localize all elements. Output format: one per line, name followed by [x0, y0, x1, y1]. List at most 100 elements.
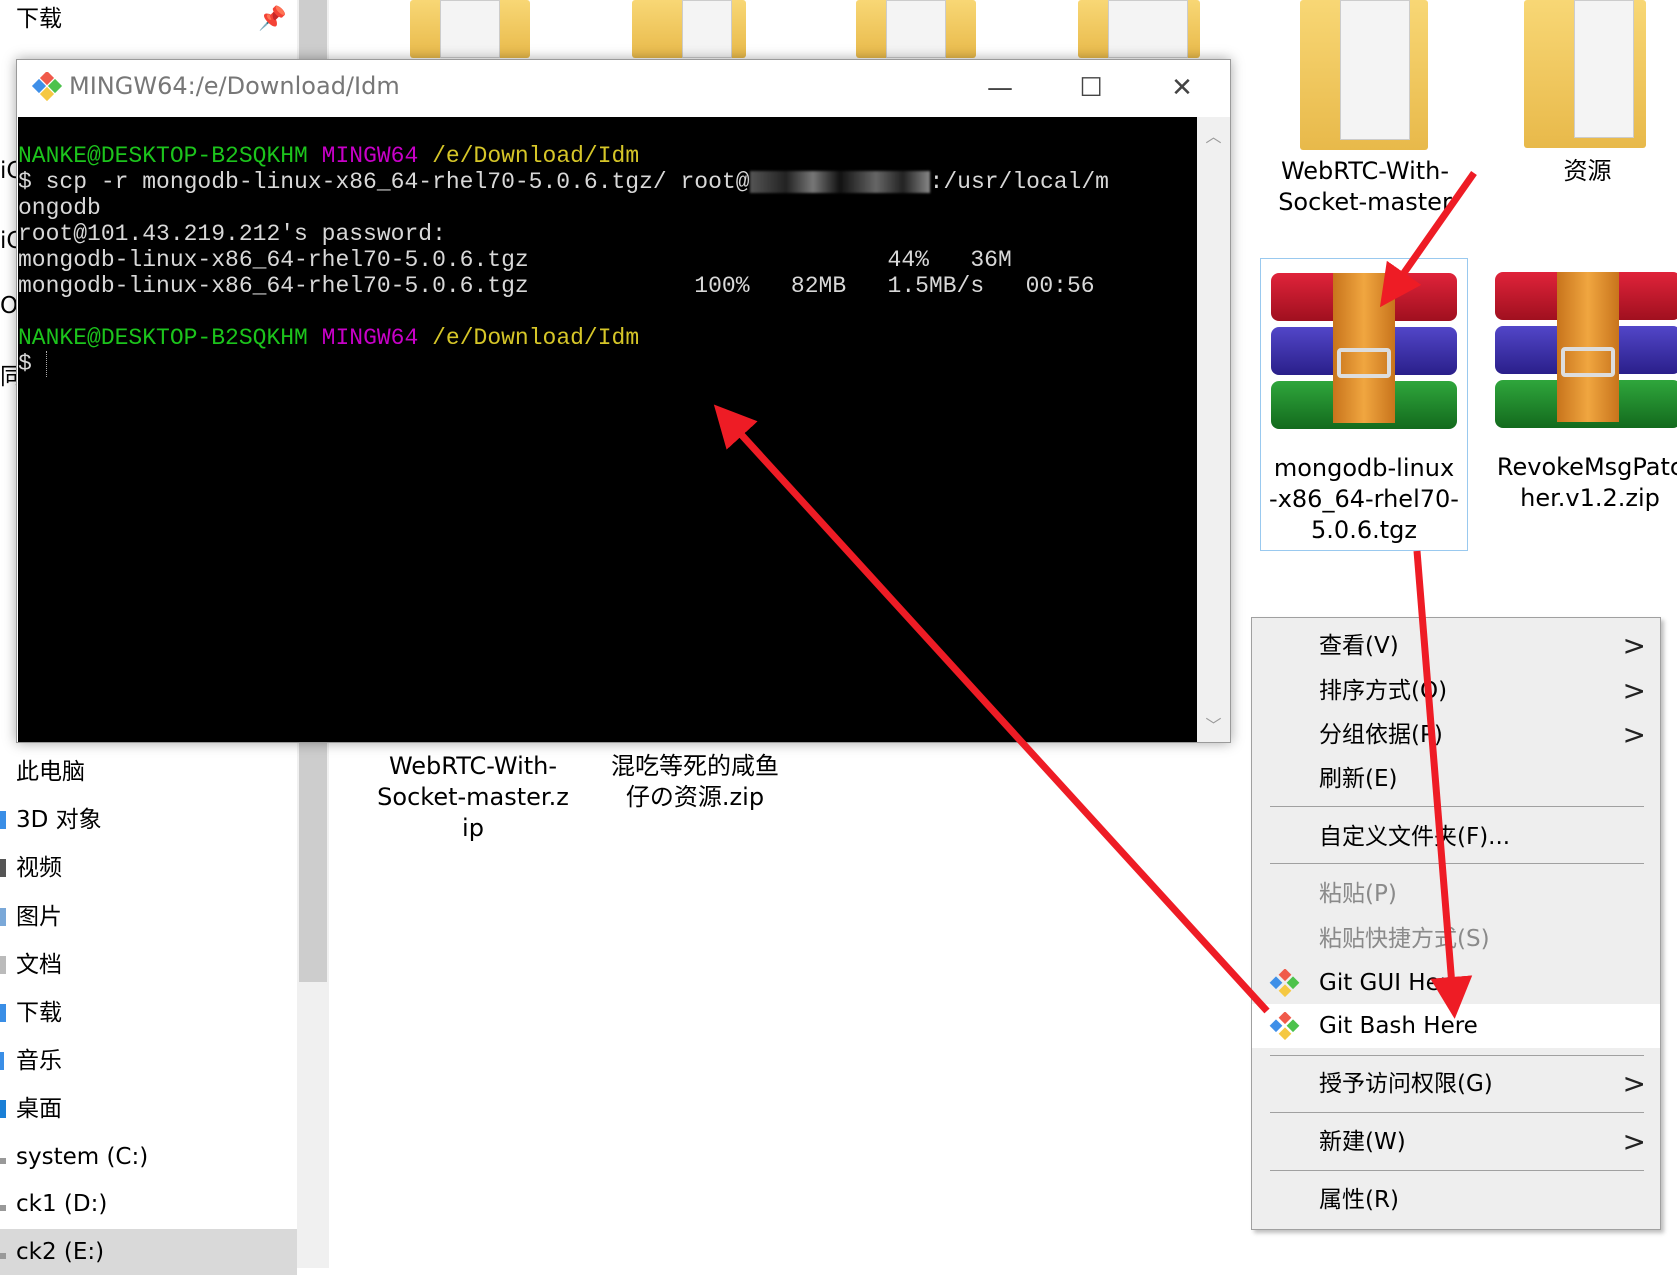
sidebar-item-label: 图片	[16, 904, 62, 930]
3d-icon	[0, 811, 6, 829]
music-icon	[0, 1052, 4, 1070]
sidebar-item-label: 视频	[16, 855, 62, 881]
sidebar-item-desktop[interactable]: 桌面	[0, 1086, 297, 1132]
sidebar-item-documents[interactable]: 文档	[0, 942, 297, 988]
file-fish-zip[interactable]: 混吃等死的咸鱼 仔の资源.zip	[595, 751, 795, 813]
command-text: :/usr/local/m	[929, 169, 1109, 195]
winrar-archive-icon	[1271, 273, 1457, 433]
menu-item-sort[interactable]: 排序方式(O) >	[1252, 669, 1660, 713]
sidebar-item-drive-e[interactable]: ck2 (E:)	[0, 1229, 297, 1275]
command-line: $ scp -r mongodb-linux-x86_64-rhel70-5.0…	[18, 169, 1197, 195]
sidebar-item-downloads[interactable]: 下载	[0, 990, 297, 1036]
folder-icon[interactable]	[1524, 0, 1646, 148]
sidebar-item-3d[interactable]: 3D 对象	[0, 797, 297, 843]
menu-item-refresh[interactable]: 刷新(E)	[1252, 757, 1660, 801]
label-line: -x86_64-rhel70-	[1269, 485, 1459, 513]
prompt-symbol: $	[18, 351, 46, 377]
menu-label: 粘贴快捷方式(S)	[1319, 926, 1490, 952]
menu-label: 粘贴(P)	[1319, 881, 1397, 907]
terminal-output[interactable]: NANKE@DESKTOP-B2SQKHM MINGW64 /e/Downloa…	[18, 117, 1197, 742]
menu-item-group[interactable]: 分组依据(P) >	[1252, 713, 1660, 757]
title-bar[interactable]: MINGW64:/e/Download/Idm — ☐ ✕	[17, 60, 1230, 117]
menu-item-paste[interactable]: 粘贴(P)	[1252, 872, 1660, 916]
menu-item-git-bash[interactable]: Git Bash Here	[1252, 1004, 1660, 1048]
winrar-archive-icon	[1495, 272, 1677, 432]
file-webrtc-zip[interactable]: WebRTC-With- Socket-master.z ip	[373, 751, 573, 844]
minimize-button[interactable]: —	[970, 68, 1030, 108]
sidebar-item-music[interactable]: 音乐	[0, 1038, 297, 1084]
sidebar-item-label: system (C:)	[16, 1144, 149, 1170]
folder-icon[interactable]	[856, 0, 976, 58]
label-line: her.v1.2.zip	[1520, 484, 1660, 512]
menu-item-customize[interactable]: 自定义文件夹(F)...	[1252, 815, 1660, 859]
menu-separator	[1270, 1170, 1644, 1171]
menu-label: 排序方式(O)	[1319, 678, 1448, 704]
cwd: /e/Download/Idm	[432, 325, 640, 351]
video-icon	[0, 859, 6, 877]
sidebar-item-label: 下载	[16, 6, 62, 32]
cwd: /e/Download/Idm	[432, 143, 640, 169]
password-prompt: root@101.43.219.212's password:	[18, 221, 446, 247]
desktop-icon	[0, 1100, 6, 1118]
sidebar-item-drive-c[interactable]: system (C:)	[0, 1134, 297, 1180]
menu-label: 新建(W)	[1319, 1129, 1406, 1155]
label-line: 5.0.6.tgz	[1311, 516, 1417, 544]
folder-icon[interactable]	[632, 0, 746, 58]
chevron-right-icon: >	[1622, 629, 1646, 662]
sidebar-item-this-pc[interactable]: 此电脑	[0, 749, 297, 795]
scroll-up-icon[interactable]: ︿	[1197, 123, 1230, 147]
cursor	[45, 351, 61, 377]
label-line: 仔の资源.zip	[625, 783, 765, 811]
sidebar-item-label: 文档	[16, 952, 62, 978]
sidebar-item-label: 桌面	[16, 1096, 62, 1122]
input-line[interactable]: $	[18, 351, 1197, 377]
sidebar-item-pictures[interactable]: 图片	[0, 894, 297, 940]
drive-icon	[0, 1253, 6, 1259]
folder-icon[interactable]	[1078, 0, 1200, 58]
menu-label: 属性(R)	[1319, 1187, 1399, 1213]
menu-separator	[1270, 806, 1644, 807]
maximize-button[interactable]: ☐	[1061, 68, 1121, 108]
chevron-right-icon: >	[1622, 1125, 1646, 1158]
prompt-line: NANKE@DESKTOP-B2SQKHM MINGW64 /e/Downloa…	[18, 325, 1197, 351]
file-revokemsgpatcher-zip[interactable]: RevokeMsgPatc her.v1.2.zip	[1495, 272, 1677, 552]
user-host: NANKE@DESKTOP-B2SQKHM	[18, 325, 308, 351]
menu-item-properties[interactable]: 属性(R)	[1252, 1178, 1660, 1222]
menu-item-paste-shortcut[interactable]: 粘贴快捷方式(S)	[1252, 917, 1660, 961]
sidebar-item-drive-d[interactable]: ck1 (D:)	[0, 1181, 297, 1227]
label-line: ip	[462, 814, 484, 842]
close-button[interactable]: ✕	[1152, 68, 1212, 108]
drive-icon	[0, 1158, 6, 1164]
git-bash-icon	[31, 72, 63, 102]
sidebar-item-label: ck2 (E:)	[16, 1239, 105, 1265]
sidebar-item-label: 音乐	[16, 1048, 62, 1074]
chevron-right-icon: >	[1622, 1067, 1646, 1100]
prompt-line: NANKE@DESKTOP-B2SQKHM MINGW64 /e/Downloa…	[18, 143, 1197, 169]
file-mongodb-tgz[interactable]: mongodb-linux -x86_64-rhel70- 5.0.6.tgz	[1260, 258, 1468, 551]
sidebar-item-label: 下载	[16, 1000, 62, 1026]
menu-item-git-gui[interactable]: Git GUI Here	[1252, 961, 1660, 1005]
progress-line: mongodb-linux-x86_64-rhel70-5.0.6.tgz 10…	[18, 273, 1095, 299]
env-label: MINGW64	[321, 143, 419, 169]
folder-label[interactable]: 资源	[1500, 156, 1675, 187]
sidebar-item-downloads-quick[interactable]: 下载 📌	[0, 0, 297, 42]
menu-separator	[1270, 1055, 1644, 1056]
label-line: mongodb-linux	[1273, 454, 1455, 482]
menu-item-give-access[interactable]: 授予访问权限(G) >	[1252, 1062, 1660, 1106]
chevron-right-icon: >	[1622, 718, 1646, 751]
menu-item-view[interactable]: 查看(V) >	[1252, 624, 1660, 668]
scroll-down-icon[interactable]: ﹀	[1197, 712, 1230, 736]
menu-item-new[interactable]: 新建(W) >	[1252, 1120, 1660, 1164]
menu-label: 刷新(E)	[1319, 766, 1398, 792]
folder-label[interactable]: WebRTC-With- Socket-master	[1265, 156, 1465, 218]
menu-label: Git GUI Here	[1319, 970, 1463, 996]
folder-icon[interactable]	[410, 0, 530, 58]
git-bash-window[interactable]: MINGW64:/e/Download/Idm — ☐ ✕ NANKE@DESK…	[16, 59, 1231, 743]
terminal-scrollbar[interactable]: ︿ ﹀	[1197, 117, 1230, 742]
redacted-host	[749, 170, 930, 193]
sidebar-item-videos[interactable]: 视频	[0, 845, 297, 891]
folder-icon[interactable]	[1300, 0, 1428, 150]
context-menu: 查看(V) > 排序方式(O) > 分组依据(P) > 刷新(E) 自定义文件夹(F)…	[1251, 617, 1661, 1230]
git-gui-icon	[1269, 969, 1300, 997]
sidebar-item-label: ck1 (D:)	[16, 1191, 108, 1217]
